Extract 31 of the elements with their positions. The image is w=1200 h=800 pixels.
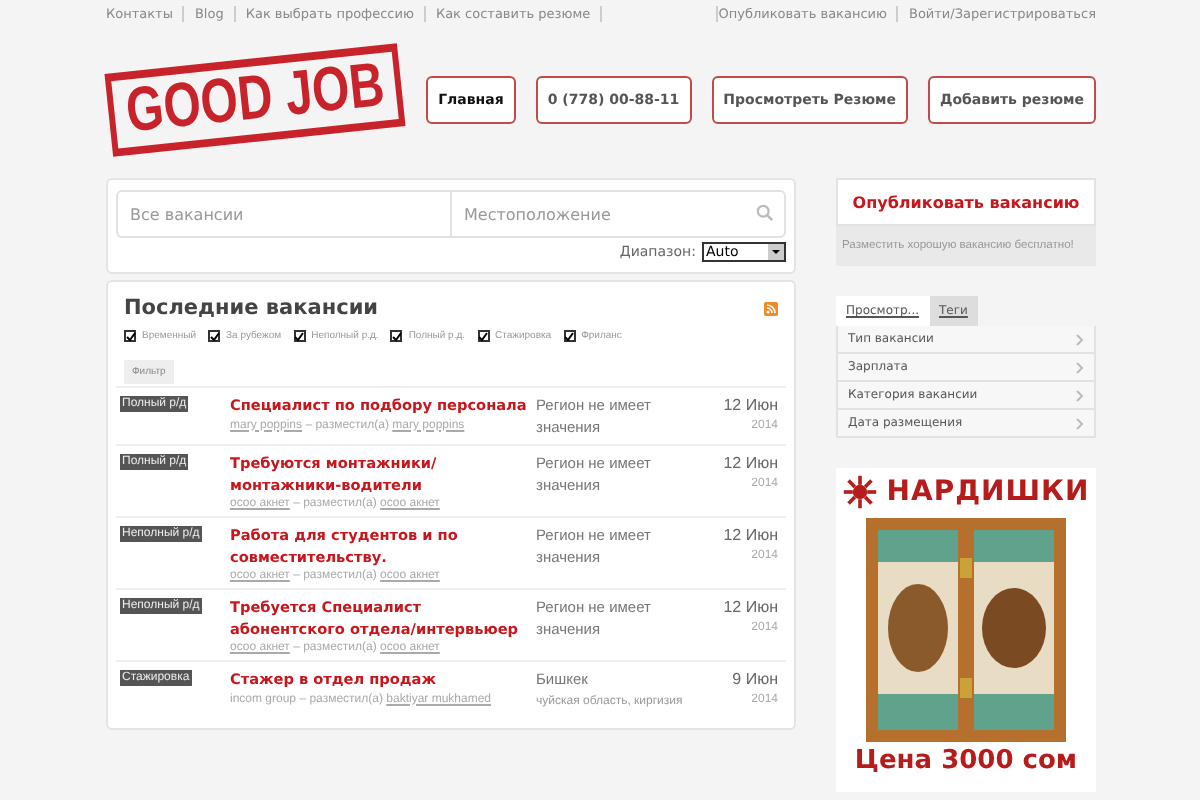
check-icon — [391, 331, 402, 341]
check-icon — [294, 331, 305, 341]
publish-job-button[interactable]: Опубликовать вакансию — [836, 178, 1096, 226]
chevron-right-icon — [1076, 361, 1084, 373]
checkbox[interactable] — [293, 330, 306, 342]
checkbox[interactable] — [208, 330, 221, 342]
ad-banner[interactable]: НАРДИШКИ Цена 3000 сом — [836, 468, 1096, 792]
job-date: 12 Июн — [723, 454, 778, 475]
ad-price: Цена 3000 сом — [854, 746, 1078, 776]
job-date: 12 Июн — [723, 526, 778, 547]
chevron-right-icon — [1076, 333, 1084, 345]
check-icon — [125, 331, 135, 341]
checkbox[interactable] — [124, 330, 136, 342]
logo[interactable]: GOOD JOB — [105, 42, 407, 156]
job-date: 12 Июн — [723, 598, 778, 619]
ornament-icon — [842, 474, 879, 510]
dropdown-icon — [768, 244, 784, 260]
panel-title: Последние вакансии — [124, 296, 379, 320]
ad-headline: НАРДИШКИ — [886, 476, 1090, 508]
check-icon — [478, 331, 489, 341]
check-icon — [564, 331, 575, 341]
check-icon — [209, 331, 220, 341]
checkbox[interactable] — [477, 330, 490, 342]
checkbox[interactable] — [563, 330, 576, 342]
checkbox[interactable] — [390, 330, 403, 342]
job-date: 12 Июн — [723, 396, 778, 417]
keywords-field[interactable]: Все вакансии — [116, 190, 450, 238]
job-date: 9 Июн — [732, 670, 778, 691]
chevron-right-icon — [1076, 417, 1084, 429]
location-field[interactable]: Местоположение — [450, 190, 786, 238]
chevron-right-icon — [1076, 389, 1084, 401]
